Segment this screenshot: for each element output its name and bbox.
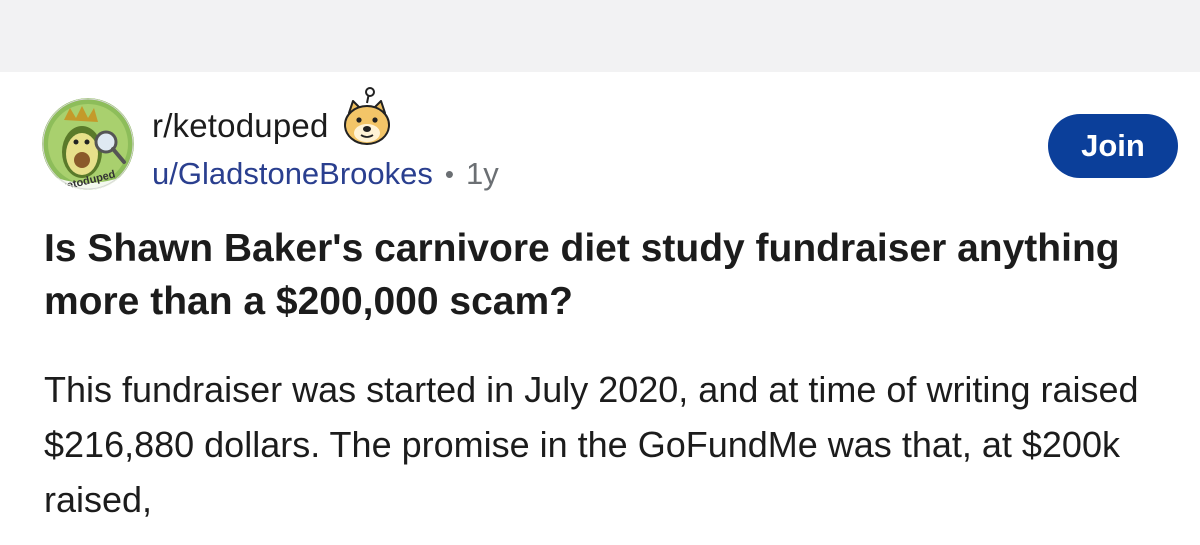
doge-snoo-icon — [337, 87, 397, 151]
join-button[interactable]: Join — [1048, 114, 1178, 178]
post-title[interactable]: Is Shawn Baker's carnivore diet study fu… — [44, 222, 1164, 328]
meta-separator: • — [444, 158, 455, 189]
author-username[interactable]: u/GladstoneBrookes — [152, 156, 433, 192]
subreddit-avatar-icon[interactable]: ketoduped — [42, 98, 134, 190]
post-meta: r/ketoduped u/GladstoneBrookes • 1y — [152, 87, 499, 192]
post-body: This fundraiser was started in July 2020… — [44, 369, 1139, 520]
subreddit-name[interactable]: r/ketoduped — [152, 107, 329, 145]
post-age: 1y — [466, 156, 499, 191]
author-row: u/GladstoneBrookes • 1y — [152, 156, 499, 192]
subreddit-row: r/ketoduped — [152, 87, 499, 152]
top-bar — [0, 0, 1200, 72]
